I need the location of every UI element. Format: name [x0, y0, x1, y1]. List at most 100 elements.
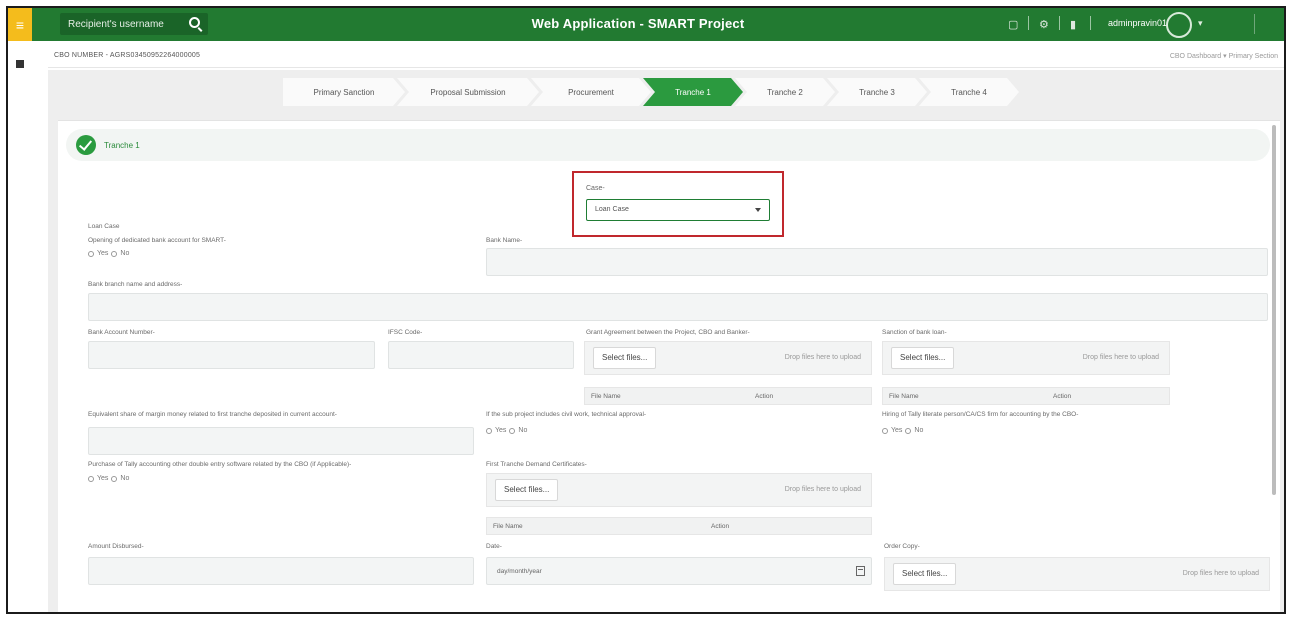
search-placeholder: Recipient's username — [68, 18, 164, 30]
dedicated-account-radio: Yes No — [88, 250, 129, 257]
radio-no[interactable] — [111, 475, 118, 482]
app-title: Web Application - SMART Project — [531, 16, 745, 31]
radio-yes-label: Yes — [97, 250, 109, 257]
section-header: Tranche 1 — [66, 129, 1270, 161]
action-header: Action — [755, 393, 774, 400]
divider — [1028, 16, 1029, 30]
radio-yes[interactable] — [88, 250, 94, 257]
user-avatar[interactable] — [1166, 12, 1192, 38]
ifsc-field[interactable] — [388, 341, 574, 369]
loan-case-heading: Loan Case — [88, 223, 120, 230]
order-copy-label: Order Copy- — [884, 543, 920, 550]
case-select[interactable]: Loan Case — [586, 199, 770, 221]
radio-no[interactable] — [111, 250, 118, 257]
tally-purchase-label: Purchase of Tally accounting other doubl… — [88, 461, 352, 468]
search-icon[interactable] — [189, 17, 200, 28]
drop-files-text: Drop files here to upload — [784, 354, 861, 361]
divider — [1059, 16, 1060, 30]
radio-no[interactable] — [509, 427, 516, 434]
radio-no-label: No — [120, 475, 130, 482]
app-window: ≡ Recipient's username Web Application -… — [6, 6, 1286, 614]
search-input[interactable]: Recipient's username — [60, 13, 208, 35]
select-files-button[interactable]: Select files... — [593, 347, 657, 369]
select-files-button[interactable]: Select files... — [495, 479, 559, 501]
tally-purchase-radio: Yes No — [88, 475, 129, 482]
grant-agreement-label: Grant Agreement between the Project, CBO… — [586, 329, 750, 336]
bank-branch-field[interactable] — [88, 293, 1268, 321]
tally-person-label: Hiring of Tally literate person/CA/CS fi… — [882, 411, 1079, 418]
radio-no-label: No — [914, 427, 924, 434]
tab-tranche-4[interactable]: Tranche 4 — [919, 78, 1019, 106]
notification-icon[interactable]: ▮ — [1070, 18, 1080, 31]
drop-files-text: Drop files here to upload — [1082, 354, 1159, 361]
demand-cert-upload[interactable]: Select files... Drop files here to uploa… — [486, 473, 872, 507]
radio-yes-label: Yes — [97, 475, 109, 482]
divider — [1090, 16, 1091, 30]
header-right-slot — [1254, 14, 1274, 34]
file-name-header: File Name — [493, 523, 523, 530]
tab-label: Procurement — [568, 87, 614, 97]
radio-no-label: No — [120, 250, 130, 257]
tab-primary-sanction[interactable]: Primary Sanction — [283, 78, 405, 106]
check-circle-icon — [76, 135, 96, 155]
equivalent-share-label: Equivalent share of margin money related… — [88, 411, 337, 418]
equivalent-share-field[interactable] — [88, 427, 474, 455]
chevron-down-icon[interactable]: ▾ — [1198, 18, 1203, 29]
amount-disbursed-field[interactable] — [88, 557, 474, 585]
civil-work-radio: Yes No — [486, 427, 527, 434]
sanction-upload[interactable]: Select files... Drop files here to uploa… — [882, 341, 1170, 375]
case-label: Case- — [586, 185, 605, 192]
bank-branch-label: Bank branch name and address- — [88, 281, 183, 288]
tab-label: Tranche 2 — [767, 87, 803, 97]
civil-work-label: If the sub project includes civil work, … — [486, 411, 647, 418]
order-copy-upload[interactable]: Select files... Drop files here to uploa… — [884, 557, 1270, 591]
drop-files-text: Drop files here to upload — [784, 486, 861, 493]
account-number-label: Bank Account Number- — [88, 329, 155, 336]
amount-disbursed-label: Amount Disbursed- — [88, 543, 144, 550]
radio-no[interactable] — [905, 427, 912, 434]
header-icons: ▢ ⚙ ▮ — [1008, 16, 1091, 31]
top-header: ≡ Recipient's username Web Application -… — [8, 8, 1284, 41]
tab-tranche-2[interactable]: Tranche 2 — [735, 78, 835, 106]
action-header: Action — [711, 523, 730, 530]
grant-agreement-upload[interactable]: Select files... Drop files here to uploa… — [584, 341, 872, 375]
date-field[interactable]: day/month/year — [486, 557, 872, 585]
tranche-card: Tranche 1 Case- Loan Case Loan Case Open… — [58, 120, 1280, 612]
chevron-down-icon[interactable] — [755, 208, 761, 212]
radio-yes[interactable] — [88, 475, 94, 482]
bank-name-field[interactable] — [486, 248, 1268, 276]
subheader: CBO NUMBER - AGRS03450952264000005 CBO D… — [48, 44, 1284, 68]
dedicated-account-label: Opening of dedicated bank account for SM… — [88, 237, 226, 244]
select-files-button[interactable]: Select files... — [891, 347, 955, 369]
select-files-button[interactable]: Select files... — [893, 563, 957, 585]
bank-name-label: Bank Name- — [486, 237, 523, 244]
action-header: Action — [1053, 393, 1072, 400]
apps-icon[interactable]: ▢ — [1008, 18, 1018, 31]
tab-tranche-3[interactable]: Tranche 3 — [827, 78, 927, 106]
file-name-header: File Name — [591, 393, 621, 400]
demand-file-table-header: File Name Action — [486, 517, 872, 535]
radio-yes-label: Yes — [891, 427, 903, 434]
case-select-highlight: Case- Loan Case — [572, 171, 784, 237]
step-tabs: Primary Sanction Proposal Submission Pro… — [283, 78, 1011, 106]
date-placeholder: day/month/year — [497, 568, 542, 575]
account-number-field[interactable] — [88, 341, 375, 369]
drop-files-text: Drop files here to upload — [1182, 570, 1259, 577]
calendar-icon[interactable] — [856, 566, 865, 576]
sidebar-toggle-icon[interactable] — [16, 60, 24, 68]
tab-tranche-1[interactable]: Tranche 1 — [643, 78, 743, 106]
scrollbar[interactable] — [1272, 125, 1276, 495]
radio-no-label: No — [518, 427, 528, 434]
tab-procurement[interactable]: Procurement — [531, 78, 651, 106]
radio-yes[interactable] — [486, 427, 492, 434]
settings-icon[interactable]: ⚙ — [1039, 18, 1049, 31]
radio-yes[interactable] — [882, 427, 888, 434]
tab-proposal-submission[interactable]: Proposal Submission — [397, 78, 539, 106]
tab-label: Tranche 3 — [859, 87, 895, 97]
user-name[interactable]: adminpravin01 — [1108, 18, 1167, 28]
sanction-file-table-header: File Name Action — [882, 387, 1170, 405]
menu-icon[interactable]: ≡ — [8, 8, 32, 41]
grant-file-table-header: File Name Action — [584, 387, 872, 405]
tab-label: Proposal Submission — [430, 87, 506, 97]
breadcrumb[interactable]: CBO Dashboard ▾ Primary Section — [1170, 52, 1278, 60]
